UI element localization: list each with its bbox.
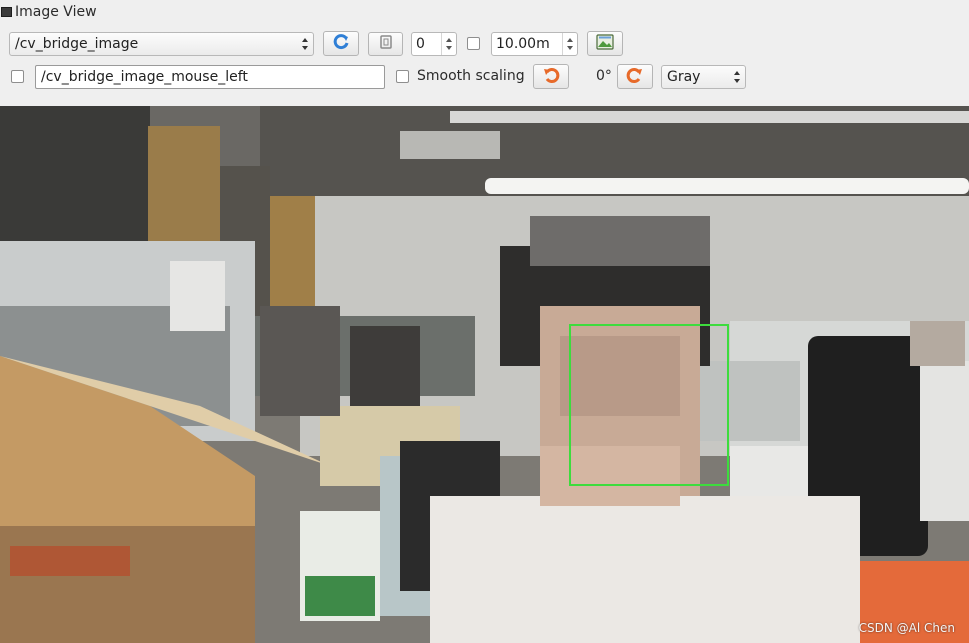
- smooth-scaling-label: Smooth scaling: [417, 68, 525, 84]
- camera-image: [0, 106, 969, 643]
- duration-spinbox-value: 10.00m: [496, 36, 550, 52]
- watermark-text: CSDN @Al Chen: [858, 621, 955, 635]
- window-title: Image View: [15, 4, 97, 20]
- duration-spinbox[interactable]: 10.00m: [491, 32, 578, 56]
- color-scheme-value: Gray: [667, 69, 701, 85]
- mouse-topic-input[interactable]: /cv_bridge_image_mouse_left: [35, 65, 385, 89]
- rotation-label: 0°: [596, 68, 612, 84]
- save-image-button[interactable]: [587, 31, 623, 56]
- smooth-scaling-checkbox[interactable]: [396, 70, 409, 83]
- rotate-left-button[interactable]: [533, 64, 569, 89]
- rotate-right-button[interactable]: [617, 64, 653, 89]
- topic-select[interactable]: /cv_bridge_image: [9, 32, 314, 56]
- dynamic-range-checkbox[interactable]: [467, 37, 480, 50]
- rotate-right-icon: [626, 66, 644, 88]
- mouse-publish-checkbox[interactable]: [11, 70, 24, 83]
- topic-select-value: /cv_bridge_image: [15, 36, 139, 52]
- mouse-topic-input-value: /cv_bridge_image_mouse_left: [41, 69, 248, 85]
- rotate-left-icon: [542, 66, 560, 88]
- spin-arrows-icon[interactable]: [562, 33, 577, 55]
- spin-arrows-icon[interactable]: [441, 33, 456, 55]
- number-spinbox[interactable]: 0: [411, 32, 457, 56]
- aspect-ratio-icon: [378, 34, 394, 54]
- save-image-icon: [596, 33, 614, 54]
- title-bar: Image View: [0, 0, 969, 26]
- chevron-updown-icon: [733, 69, 741, 85]
- number-spinbox-value: 0: [416, 36, 425, 52]
- zoom-1-button[interactable]: [368, 32, 403, 56]
- color-scheme-select[interactable]: Gray: [661, 65, 746, 89]
- window-icon: [1, 7, 12, 17]
- refresh-icon: [332, 33, 350, 55]
- chevron-updown-icon: [301, 36, 309, 52]
- image-viewer[interactable]: CSDN @Al Chen: [0, 106, 969, 643]
- refresh-topics-button[interactable]: [323, 31, 359, 56]
